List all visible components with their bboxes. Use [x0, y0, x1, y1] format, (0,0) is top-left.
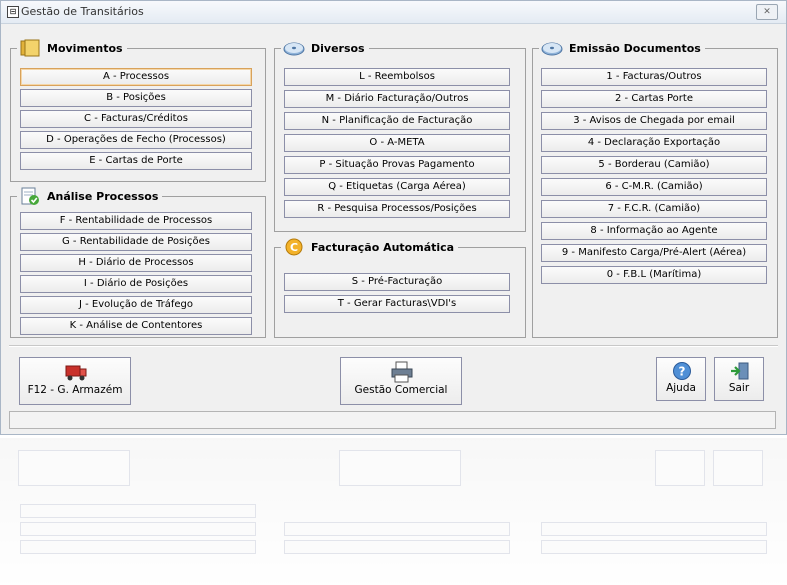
group-diversos-label: Diversos	[311, 41, 365, 55]
gestao-comercial-label: Gestão Comercial	[354, 384, 448, 396]
reflection-armazem	[18, 450, 130, 486]
group-movimentos-label: Movimentos	[47, 41, 123, 55]
folder-icon	[19, 39, 41, 57]
diversos-button-p-situacao-provas-pagamento[interactable]: P - Situação Provas Pagamento	[284, 156, 510, 174]
app-icon: ⊟	[7, 6, 19, 18]
document-check-icon	[19, 187, 41, 205]
group-facturacao-title: C Facturação Automática	[281, 236, 459, 258]
emissao-button-4-declaracao-exportacao[interactable]: 4 - Declaração Exportação	[541, 134, 767, 152]
help-icon: ?	[672, 361, 692, 384]
armazem-button[interactable]: F12 - G. Armazém	[19, 357, 131, 405]
group-movimentos-title: Movimentos	[17, 37, 127, 59]
analise-button-i-diario-de-posicoes[interactable]: I - Diário de Posições	[20, 275, 252, 293]
main-window: ⊟ Gestão de Transitários ✕ Movimentos An…	[0, 0, 787, 435]
emissao-button-7-f-c-r-camiao[interactable]: 7 - F.C.R. (Camião)	[541, 200, 767, 218]
gestao-comercial-button[interactable]: Gestão Comercial	[340, 357, 462, 405]
divider	[9, 345, 778, 347]
analise-button-h-diario-de-processos[interactable]: H - Diário de Processos	[20, 254, 252, 272]
emissao-button-2-cartas-porte[interactable]: 2 - Cartas Porte	[541, 90, 767, 108]
printer-icon	[390, 361, 414, 386]
status-bar	[9, 411, 776, 429]
truck-icon	[64, 362, 88, 385]
close-button[interactable]: ✕	[756, 4, 778, 20]
ajuda-label: Ajuda	[666, 382, 696, 394]
group-emissao-label: Emissão Documentos	[569, 41, 701, 55]
group-analise-label: Análise Processos	[47, 189, 159, 203]
analise-button-j-evolucao-de-trafego[interactable]: J - Evolução de Tráfego	[20, 296, 252, 314]
analise-button-g-rentabilidade-de-posicoes[interactable]: G - Rentabilidade de Posições	[20, 233, 252, 251]
reflection-row	[20, 540, 256, 554]
exit-door-icon	[729, 361, 751, 384]
reflection-row	[541, 540, 767, 554]
disk-icon	[283, 39, 305, 57]
diversos-button-m-diario-facturacao-outros[interactable]: M - Diário Facturação/Outros	[284, 90, 510, 108]
coin-icon: C	[283, 238, 305, 256]
svg-text:C: C	[290, 241, 298, 254]
movimentos-button-e-cartas-de-porte[interactable]: E - Cartas de Porte	[20, 152, 252, 170]
emissao-button-9-manifesto-carga-pre-alert-aerea[interactable]: 9 - Manifesto Carga/Pré-Alert (Aérea)	[541, 244, 767, 262]
movimentos-button-d-operacoes-de-fecho-processos[interactable]: D - Operações de Fecho (Processos)	[20, 131, 252, 149]
window-title: Gestão de Transitários	[21, 5, 144, 18]
sair-button[interactable]: Sair	[714, 357, 764, 401]
armazem-label: F12 - G. Armazém	[27, 384, 123, 396]
reflection-sair	[713, 450, 763, 486]
reflection-row	[20, 522, 256, 536]
reflection-row	[284, 540, 510, 554]
disk-icon	[541, 39, 563, 57]
emissao-button-0-f-b-l-maritima[interactable]: 0 - F.B.L (Marítima)	[541, 266, 767, 284]
analise-button-k-analise-de-contentores[interactable]: K - Análise de Contentores	[20, 317, 252, 335]
diversos-button-l-reembolsos[interactable]: L - Reembolsos	[284, 68, 510, 86]
ajuda-button[interactable]: ? Ajuda	[656, 357, 706, 401]
group-analise-title: Análise Processos	[17, 185, 163, 207]
emissao-button-6-c-m-r-camiao[interactable]: 6 - C-M.R. (Camião)	[541, 178, 767, 196]
movimentos-button-a-processos[interactable]: A - Processos	[20, 68, 252, 86]
group-facturacao-label: Facturação Automática	[311, 240, 455, 254]
reflection-row	[284, 522, 510, 536]
emissao-button-1-facturas-outros[interactable]: 1 - Facturas/Outros	[541, 68, 767, 86]
reflection-row	[541, 522, 767, 536]
facturacao-button-s-pre-facturacao[interactable]: S - Pré-Facturação	[284, 273, 510, 291]
reflection-comercial	[339, 450, 461, 486]
movimentos-button-b-posicoes[interactable]: B - Posições	[20, 89, 252, 107]
group-diversos-title: Diversos	[281, 37, 369, 59]
group-emissao-title: Emissão Documentos	[539, 37, 705, 59]
diversos-button-o-a-meta[interactable]: O - A-META	[284, 134, 510, 152]
diversos-button-n-planificacao-de-facturacao[interactable]: N - Planificação de Facturação	[284, 112, 510, 130]
diversos-button-r-pesquisa-processos-posicoes[interactable]: R - Pesquisa Processos/Posições	[284, 200, 510, 218]
window-reflection	[0, 438, 787, 585]
group-facturacao	[274, 247, 526, 338]
movimentos-button-c-facturas-creditos[interactable]: C - Facturas/Créditos	[20, 110, 252, 128]
emissao-button-8-informacao-ao-agente[interactable]: 8 - Informação ao Agente	[541, 222, 767, 240]
emissao-button-3-avisos-de-chegada-por-email[interactable]: 3 - Avisos de Chegada por email	[541, 112, 767, 130]
title-bar[interactable]: ⊟ Gestão de Transitários ✕	[1, 1, 786, 24]
reflection-ajuda	[655, 450, 705, 486]
analise-button-f-rentabilidade-de-processos[interactable]: F - Rentabilidade de Processos	[20, 212, 252, 230]
emissao-button-5-borderau-camiao[interactable]: 5 - Borderau (Camião)	[541, 156, 767, 174]
reflection-row	[20, 504, 256, 518]
facturacao-button-t-gerar-facturas-vdi-s[interactable]: T - Gerar Facturas\VDI's	[284, 295, 510, 313]
diversos-button-q-etiquetas-carga-aerea[interactable]: Q - Etiquetas (Carga Aérea)	[284, 178, 510, 196]
sair-label: Sair	[728, 382, 750, 394]
svg-text:?: ?	[679, 365, 686, 379]
